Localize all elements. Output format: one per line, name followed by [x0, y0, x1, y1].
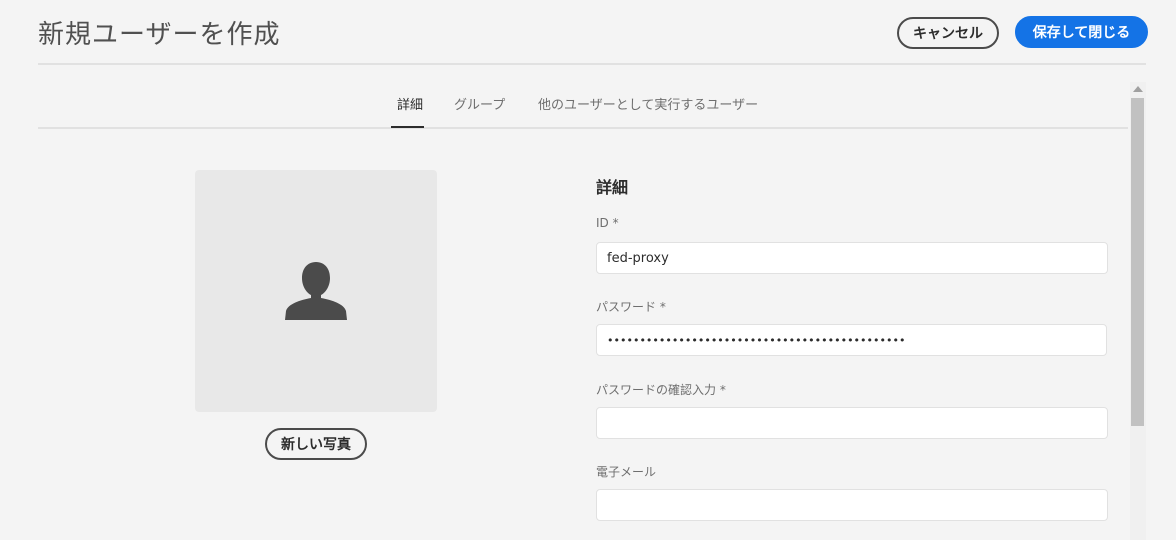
create-user-page: 新規ユーザーを作成 キャンセル 保存して閉じる 詳細 グループ 他のユーザーとし… — [0, 0, 1176, 540]
email-label: 電子メール — [596, 465, 657, 479]
password-confirm-field[interactable] — [596, 407, 1108, 439]
password-confirm-label: パスワードの確認入力 * — [596, 383, 726, 397]
email-field[interactable] — [596, 489, 1108, 521]
password-label: パスワード * — [596, 300, 666, 314]
avatar — [195, 170, 437, 412]
user-silhouette-icon — [285, 262, 347, 320]
scrollbar-thumb[interactable] — [1131, 98, 1144, 426]
tab-bar: 詳細 グループ 他のユーザーとして実行するユーザー — [38, 82, 1128, 129]
section-title: 詳細 — [596, 178, 629, 197]
tab-details[interactable]: 詳細 — [397, 94, 423, 129]
tab-groups[interactable]: グループ — [454, 94, 505, 129]
new-photo-button[interactable]: 新しい写真 — [265, 428, 367, 460]
cancel-button[interactable]: キャンセル — [897, 17, 999, 49]
tab-impersonators[interactable]: 他のユーザーとして実行するユーザー — [538, 94, 758, 129]
id-field[interactable]: fed-proxy — [596, 242, 1108, 274]
scroll-up-icon[interactable] — [1133, 86, 1143, 92]
save-and-close-button[interactable]: 保存して閉じる — [1015, 16, 1148, 48]
password-field[interactable]: ••••••••••••••••••••••••••••••••••••••••… — [596, 324, 1107, 356]
id-label: ID * — [596, 216, 619, 230]
header-divider — [38, 63, 1146, 65]
page-title: 新規ユーザーを作成 — [38, 20, 281, 50]
active-tab-indicator — [391, 126, 424, 128]
